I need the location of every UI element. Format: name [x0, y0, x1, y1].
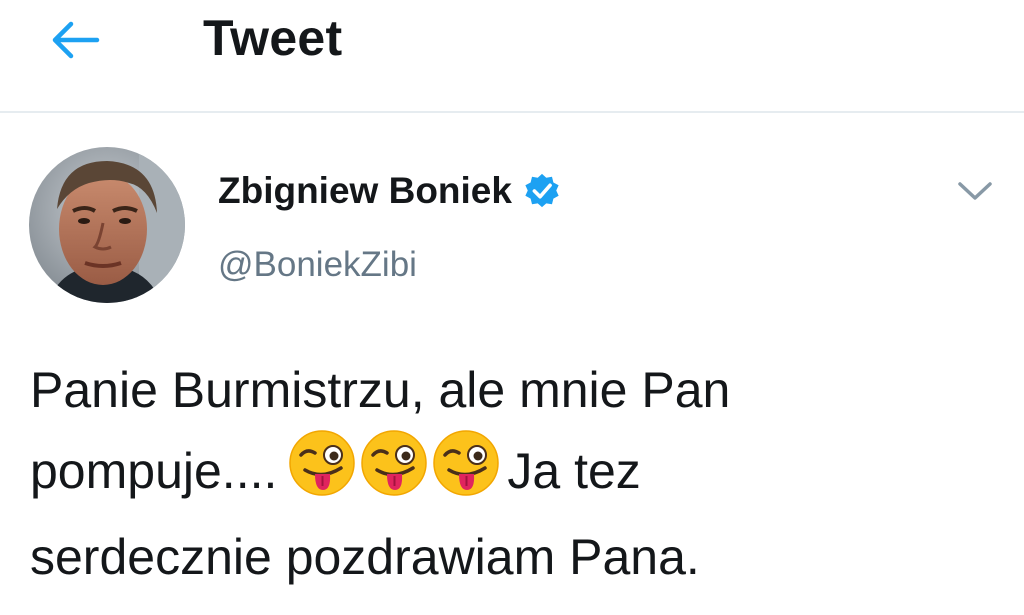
arrow-left-icon: [52, 21, 100, 59]
emoji-group: [287, 428, 503, 519]
winking-face-with-tongue-emoji: [433, 430, 500, 496]
verified-badge-icon: [525, 173, 559, 208]
tweet-text-line-2: pompuje.... Ja tez: [30, 428, 1000, 519]
winking-face-with-tongue-emoji: [289, 430, 356, 496]
chevron-down-icon[interactable]: [954, 176, 996, 206]
author-handle[interactable]: @BoniekZibi: [218, 243, 417, 287]
winking-face-with-tongue-emoji: [361, 430, 428, 496]
back-button[interactable]: [44, 14, 106, 66]
tweet-text-line-2-end: Ja tez: [507, 443, 641, 499]
tweet-text-line-3: serdecznie pozdrawiam Pana.: [30, 529, 700, 585]
author-name[interactable]: Zbigniew Boniek: [218, 168, 561, 214]
top-bar: Tweet: [0, 0, 1024, 113]
tweet-text-line-1: Panie Burmistrzu, ale mnie Pan: [30, 362, 731, 418]
avatar[interactable]: [29, 147, 185, 303]
tweet-text: Panie Burmistrzu, ale mnie Pan pompuje..…: [30, 352, 1000, 595]
tweet-text-line-2-start: pompuje....: [30, 443, 278, 499]
author-name-text: Zbigniew Boniek: [218, 170, 512, 211]
page-title: Tweet: [203, 10, 343, 66]
